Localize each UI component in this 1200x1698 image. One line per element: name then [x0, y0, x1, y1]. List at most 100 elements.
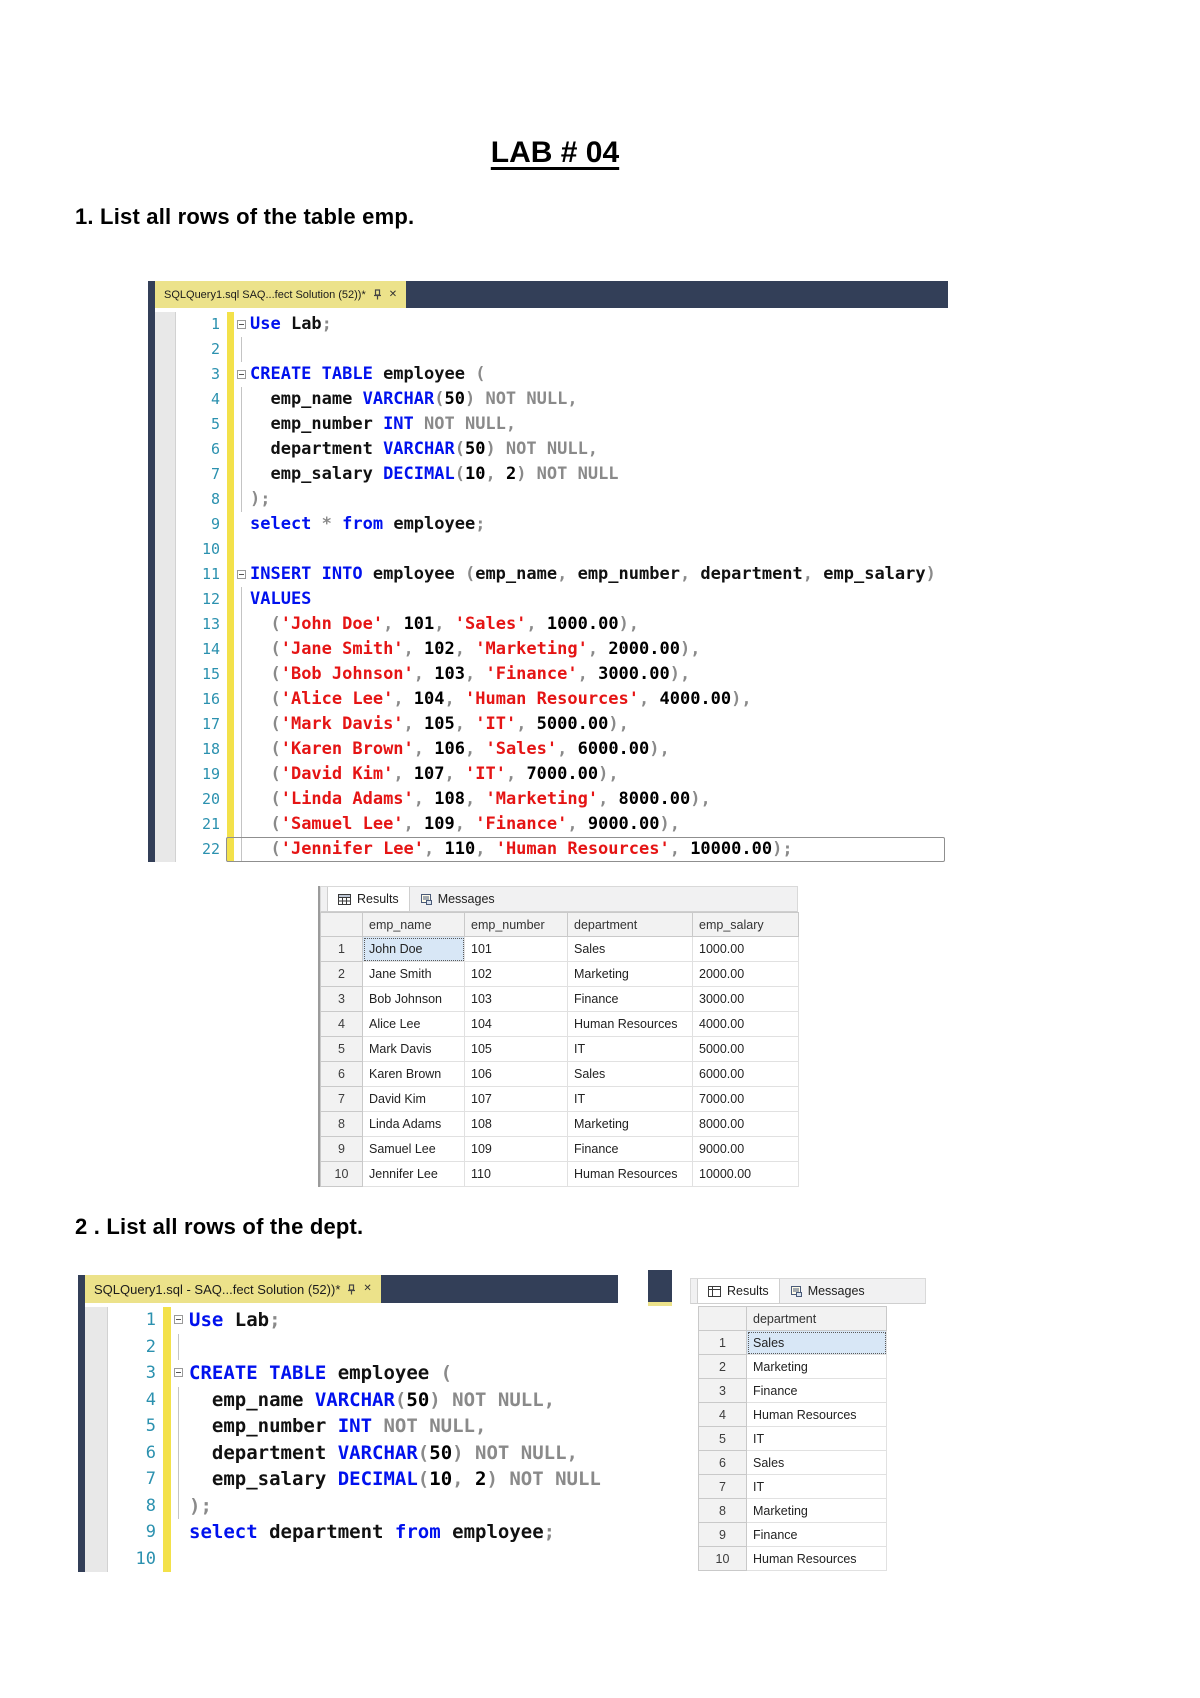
table-row[interactable]: 1 John Doe 101 Sales 1000.00 — [320, 936, 799, 962]
table-row[interactable]: 7 IT — [698, 1474, 887, 1499]
data-cell[interactable]: IT — [567, 1086, 693, 1112]
code-text[interactable]: department VARCHAR(50) NOT NULL, — [250, 437, 948, 462]
data-cell[interactable]: Sales — [567, 936, 693, 962]
table-row[interactable]: 6 Karen Brown 106 Sales 6000.00 — [320, 1061, 799, 1087]
code-line-4[interactable]: 4 emp_name VARCHAR(50) NOT NULL, — [155, 387, 948, 412]
data-cell[interactable]: 10000.00 — [692, 1161, 799, 1187]
code-line-13[interactable]: 13 ('John Doe', 101, 'Sales', 1000.00), — [155, 612, 948, 637]
data-cell[interactable]: 104 — [464, 1011, 568, 1037]
data-cell[interactable]: Human Resources — [567, 1011, 693, 1037]
data-cell[interactable]: Sales — [567, 1061, 693, 1087]
close-icon[interactable]: ✕ — [389, 289, 397, 300]
row-number-cell[interactable]: 2 — [698, 1354, 747, 1379]
data-cell[interactable]: John Doe — [362, 936, 465, 962]
table-row[interactable]: 2 Marketing — [698, 1354, 887, 1379]
column-header[interactable]: emp_salary — [692, 912, 799, 937]
row-number-cell[interactable]: 5 — [698, 1426, 747, 1451]
tab-results[interactable]: Results — [327, 887, 410, 911]
data-cell[interactable]: Finance — [746, 1522, 887, 1547]
table-row[interactable]: 9 Samuel Lee 109 Finance 9000.00 — [320, 1136, 799, 1162]
column-header[interactable]: emp_name — [362, 912, 465, 937]
row-number-cell[interactable]: 7 — [698, 1474, 747, 1499]
table-row[interactable]: 7 David Kim 107 IT 7000.00 — [320, 1086, 799, 1112]
code-text[interactable]: ('Bob Johnson', 103, 'Finance', 3000.00)… — [250, 662, 948, 687]
code-text[interactable]: ('Jane Smith', 102, 'Marketing', 2000.00… — [250, 637, 948, 662]
table-row[interactable]: 3 Bob Johnson 103 Finance 3000.00 — [320, 986, 799, 1012]
code-text[interactable]: emp_name VARCHAR(50) NOT NULL, — [189, 1387, 618, 1414]
code-text[interactable]: VALUES — [250, 587, 948, 612]
code-line-7[interactable]: 7 emp_salary DECIMAL(10, 2) NOT NULL — [85, 1466, 618, 1493]
code-line-3[interactable]: 3 CREATE TABLE employee ( — [155, 362, 948, 387]
code-line-16[interactable]: 16 ('Alice Lee', 104, 'Human Resources',… — [155, 687, 948, 712]
code-line-10[interactable]: 10 — [85, 1545, 618, 1572]
table-row[interactable]: 4 Human Resources — [698, 1402, 887, 1427]
editor-2-document-tab[interactable]: SQLQuery1.sql - SAQ...fect Solution (52)… — [85, 1275, 381, 1303]
code-text[interactable]: CREATE TABLE employee ( — [250, 362, 948, 387]
data-cell[interactable]: 9000.00 — [692, 1136, 799, 1162]
code-text[interactable]: ('John Doe', 101, 'Sales', 1000.00), — [250, 612, 948, 637]
data-cell[interactable]: Human Resources — [746, 1546, 887, 1571]
data-cell[interactable]: Jennifer Lee — [362, 1161, 465, 1187]
fold-collapse-icon[interactable] — [234, 562, 250, 587]
code-text[interactable]: ('Karen Brown', 106, 'Sales', 6000.00), — [250, 737, 948, 762]
table-row[interactable]: 1 Sales — [698, 1330, 887, 1355]
column-header[interactable]: emp_number — [464, 912, 568, 937]
code-line-11[interactable]: 11 INSERT INTO employee (emp_name, emp_nu… — [155, 562, 948, 587]
data-cell[interactable]: Alice Lee — [362, 1011, 465, 1037]
code-text[interactable]: department VARCHAR(50) NOT NULL, — [189, 1440, 618, 1467]
table-row[interactable]: 5 Mark Davis 105 IT 5000.00 — [320, 1036, 799, 1062]
code-line-19[interactable]: 19 ('David Kim', 107, 'IT', 7000.00), — [155, 762, 948, 787]
row-number-cell[interactable]: 5 — [320, 1036, 363, 1062]
row-number-cell[interactable]: 10 — [698, 1546, 747, 1571]
pin-icon[interactable] — [347, 1283, 356, 1295]
fold-collapse-icon[interactable] — [234, 362, 250, 387]
row-number-cell[interactable]: 9 — [320, 1136, 363, 1162]
code-line-5[interactable]: 5 emp_number INT NOT NULL, — [155, 412, 948, 437]
data-cell[interactable]: Finance — [567, 986, 693, 1012]
code-text[interactable]: ('Mark Davis', 105, 'IT', 5000.00), — [250, 712, 948, 737]
data-cell[interactable]: 108 — [464, 1111, 568, 1137]
code-line-8[interactable]: 8); — [85, 1492, 618, 1520]
table-row[interactable]: 8 Marketing — [698, 1498, 887, 1523]
data-cell[interactable]: Human Resources — [567, 1161, 693, 1187]
data-cell[interactable]: 102 — [464, 961, 568, 987]
data-cell[interactable]: IT — [567, 1036, 693, 1062]
table-row[interactable]: 4 Alice Lee 104 Human Resources 4000.00 — [320, 1011, 799, 1037]
row-number-cell[interactable]: 4 — [320, 1011, 363, 1037]
data-cell[interactable]: 1000.00 — [692, 936, 799, 962]
data-cell[interactable]: Jane Smith — [362, 961, 465, 987]
data-cell[interactable]: Sales — [746, 1330, 887, 1355]
data-cell[interactable]: 3000.00 — [692, 986, 799, 1012]
code-text[interactable]: ); — [250, 487, 948, 512]
table-row[interactable]: 8 Linda Adams 108 Marketing 8000.00 — [320, 1111, 799, 1137]
row-number-cell[interactable]: 10 — [320, 1161, 363, 1187]
tab-messages[interactable]: Messages — [780, 1279, 875, 1303]
data-cell[interactable]: IT — [746, 1474, 887, 1499]
code-line-4[interactable]: 4 emp_name VARCHAR(50) NOT NULL, — [85, 1386, 618, 1414]
data-cell[interactable]: 105 — [464, 1036, 568, 1062]
code-text[interactable]: CREATE TABLE employee ( — [189, 1360, 618, 1387]
table-row[interactable]: 3 Finance — [698, 1378, 887, 1403]
code-text[interactable]: emp_number INT NOT NULL, — [189, 1413, 618, 1440]
code-text[interactable]: INSERT INTO employee (emp_name, emp_numb… — [250, 562, 948, 587]
code-line-18[interactable]: 18 ('Karen Brown', 106, 'Sales', 6000.00… — [155, 737, 948, 762]
row-number-cell[interactable]: 1 — [320, 936, 363, 962]
table-row[interactable]: 10 Jennifer Lee 110 Human Resources 10000.00 — [320, 1161, 799, 1187]
pin-icon[interactable] — [373, 289, 382, 300]
code-line-15[interactable]: 15 ('Bob Johnson', 103, 'Finance', 3000.… — [155, 662, 948, 687]
row-number-cell[interactable]: 2 — [320, 961, 363, 987]
row-number-cell[interactable]: 6 — [320, 1061, 363, 1087]
code-line-7[interactable]: 7 emp_salary DECIMAL(10, 2) NOT NULL — [155, 462, 948, 487]
data-cell[interactable]: Samuel Lee — [362, 1136, 465, 1162]
table-row[interactable]: 9 Finance — [698, 1522, 887, 1547]
table-row[interactable]: 5 IT — [698, 1426, 887, 1451]
code-text[interactable]: select * from employee; — [250, 512, 948, 537]
code-line-10[interactable]: 10 — [155, 537, 948, 562]
code-text[interactable]: ); — [189, 1493, 618, 1520]
data-cell[interactable]: Sales — [746, 1450, 887, 1475]
code-text[interactable]: ('Alice Lee', 104, 'Human Resources', 40… — [250, 687, 948, 712]
code-line-3[interactable]: 3 CREATE TABLE employee ( — [85, 1360, 618, 1387]
row-number-cell[interactable]: 8 — [320, 1111, 363, 1137]
data-cell[interactable]: 8000.00 — [692, 1111, 799, 1137]
code-line-6[interactable]: 6 department VARCHAR(50) NOT NULL, — [155, 437, 948, 462]
